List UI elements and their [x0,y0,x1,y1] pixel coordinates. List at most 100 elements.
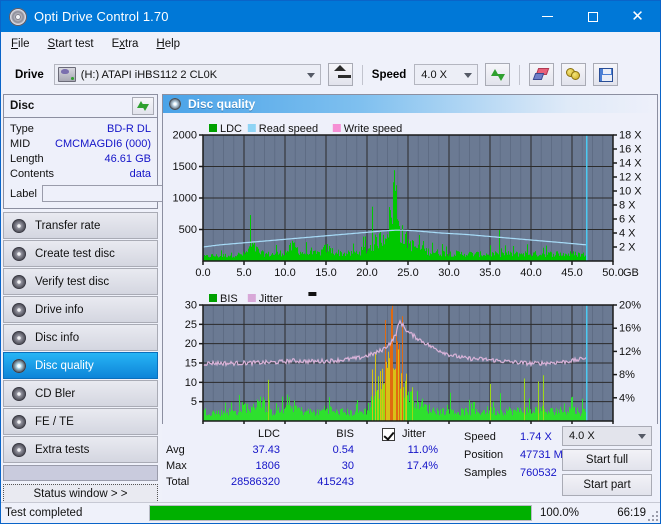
status-window-button[interactable]: Status window > > [3,484,158,503]
toolbar-divider [361,64,363,85]
menu-item-extra[interactable]: Extra [112,38,139,50]
svg-text:5: 5 [191,396,197,408]
sidebar-item-label: Disc quality [35,359,94,372]
svg-text:BIS: BIS [220,293,238,305]
resize-grip[interactable] [648,511,658,521]
progress-bar [149,505,532,521]
ldc-read-speed-chart: LDC Read speed Write speed 500 1000 1500 2000 2… [173,123,643,279]
drive-label: Drive [15,68,44,81]
refresh-button[interactable] [485,63,511,86]
sidebar-item-disc-quality[interactable]: Disc quality [3,352,158,379]
disc-label-row: Label [10,183,244,204]
svg-text:25: 25 [185,319,197,331]
status-bar: Test completed 100.0% 66:19 [1,502,660,523]
stats-max-bis: 30 [341,460,354,472]
svg-text:20.0: 20.0 [356,267,377,279]
disc-refresh-button[interactable] [132,97,154,115]
app-disc-icon [9,7,27,26]
disc-icon [12,246,26,261]
sidebar-item-verify-test-disc[interactable]: Verify test disc [3,268,158,295]
disc-label-label: Label [10,187,37,200]
disc-length-value: 46.61 GB [104,152,151,165]
disc-icon [169,98,181,110]
close-button[interactable]: ✕ [615,1,660,32]
sidebar-filler [3,465,158,481]
svg-text:2000: 2000 [173,130,197,142]
sidebar-item-transfer-rate[interactable]: Transfer rate [3,212,158,239]
sidebar-item-cd-bler[interactable]: CD Bler [3,380,158,407]
menu-item-file[interactable]: FFileile [11,38,30,50]
svg-text:500: 500 [179,224,197,236]
svg-text:15.0: 15.0 [315,267,336,279]
save-icon [598,67,613,82]
table-row: Avg 37.43 0.54 [166,442,362,458]
drive-select[interactable]: (H:) ATAPI iHBS112 2 CL0K [53,64,321,85]
menu-bar: FFileile Start test Extra Help [1,32,660,56]
svg-text:6 X: 6 X [619,214,636,226]
charts-area: LDC Read speed Write speed 500 1000 1500 2000 2… [163,113,657,443]
menu-item-help[interactable]: Help [156,38,180,50]
action-buttons: 4.0 X Start full Start part [562,426,652,499]
sidebar-item-drive-info[interactable]: Drive info [3,296,158,323]
jitter-label: Jitter [402,428,426,440]
svg-text:12%: 12% [619,346,641,358]
eject-button[interactable] [327,63,353,86]
svg-text:18 X: 18 X [619,130,642,142]
sidebar-item-disc-info[interactable]: Disc info [3,324,158,351]
stats-row-max-label: Max [166,460,187,472]
svg-text:8%: 8% [619,369,635,381]
sidebar-item-label: Disc info [35,331,80,344]
table-header-row: LDC BIS [166,426,362,442]
coins-button[interactable] [561,63,587,86]
speed-select[interactable]: 4.0 X [414,64,479,85]
drive-select-value: (H:) ATAPI iHBS112 2 CL0K [80,68,218,81]
start-full-button[interactable]: Start full [562,449,652,471]
erase-button[interactable] [529,63,555,86]
position-label: Position [464,449,504,461]
maximize-icon [587,11,598,22]
stats-row-total-label: Total [166,476,190,488]
table-row: Max 1806 30 [166,458,362,474]
chevron-down-icon [638,434,646,439]
speed-select-value: 4.0 X [421,68,447,81]
svg-text:GB: GB [623,267,639,279]
sidebar-item-label: Transfer rate [35,219,101,232]
disc-icon [12,218,26,233]
sidebar-item-create-test-disc[interactable]: Create test disc [3,240,158,267]
disc-row-length: Length 46.61 GB [10,151,151,166]
progress-fill [150,506,531,520]
chevron-down-icon [306,72,315,78]
svg-text:8 X: 8 X [619,200,636,212]
save-button[interactable] [593,63,619,86]
samples-row: Samples 760532 [464,464,570,482]
sidebar-item-label: Extra tests [35,443,90,456]
sidebar-item-fe-te[interactable]: FE / TE [3,408,158,435]
svg-text:30.0: 30.0 [438,267,459,279]
sidebar-item-extra-tests[interactable]: Extra tests [3,436,158,463]
page-title: Disc quality [188,97,256,111]
status-window-label: Status window > > [33,487,128,500]
disc-icon [12,414,26,429]
svg-text:50.0: 50.0 [602,267,623,279]
start-part-button[interactable]: Start part [562,474,652,496]
disc-mid-value: CMCMAGDI6 (000) [55,137,151,150]
menu-item-start-test[interactable]: Start test [48,38,94,50]
stats-avg-ldc: 37.43 [252,444,280,456]
test-speed-value: 4.0 X [569,430,595,442]
table-row: Total 28586320 415243 [166,474,362,490]
svg-text:16%: 16% [619,323,641,335]
svg-text:12 X: 12 X [619,172,642,184]
svg-text:Jitter: Jitter [259,293,283,305]
test-speed-select[interactable]: 4.0 X [562,426,652,446]
svg-text:5.0: 5.0 [236,267,251,279]
minimize-button[interactable] [525,1,570,32]
jitter-checkbox[interactable] [382,427,395,441]
jitter-column: Jitter 11.0% 17.4% [382,426,438,474]
measurement-column: Speed 1.74 X Position 47731 MB Samples 7… [464,428,570,482]
svg-text:10 X: 10 X [619,186,642,198]
disc-icon [12,442,26,457]
stats-col-bis: BIS [336,428,354,440]
disc-row-type: Type BD-R DL [10,121,151,136]
maximize-button[interactable] [570,1,615,32]
jitter-header: Jitter [382,426,438,442]
